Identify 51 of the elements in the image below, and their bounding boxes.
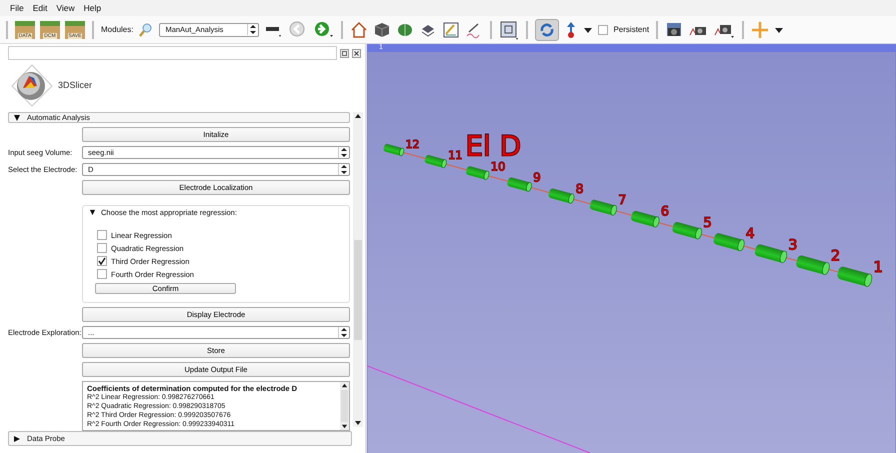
- regression-checkbox[interactable]: [97, 269, 107, 279]
- contact-cylinder: [382, 143, 404, 156]
- contact-label: 2: [830, 248, 840, 265]
- contact-label: 3: [788, 237, 798, 254]
- contact-label: 8: [576, 180, 584, 196]
- logo-text: 3DSlicer: [58, 80, 92, 90]
- frame-icon[interactable]: [499, 20, 520, 40]
- persistent-checkbox[interactable]: [598, 24, 608, 34]
- contact-label: 1: [873, 258, 883, 276]
- regression-checkbox[interactable]: [97, 230, 107, 240]
- contact-label: 7: [618, 193, 626, 208]
- spinner-icon: [338, 147, 349, 158]
- contact-label: 11: [448, 148, 463, 162]
- contact-cylinder: [465, 166, 490, 180]
- contact-cylinder: [506, 176, 532, 192]
- menu-item[interactable]: File: [10, 3, 24, 13]
- scrollbar[interactable]: [340, 382, 349, 430]
- refresh-button[interactable]: [535, 18, 560, 40]
- close-icon[interactable]: [352, 48, 361, 58]
- contact-label: 4: [746, 226, 755, 242]
- refresh-icon: [539, 22, 556, 38]
- scrollbar[interactable]: [353, 112, 363, 427]
- contact-cylinder: [424, 154, 447, 168]
- expand-arrow-icon[interactable]: [13, 114, 21, 122]
- regression-checkbox[interactable]: [97, 256, 107, 266]
- menu-item[interactable]: View: [56, 3, 75, 13]
- home-icon[interactable]: [350, 20, 368, 38]
- spinner-icon: [247, 24, 258, 35]
- chart-edit-icon[interactable]: [442, 20, 460, 38]
- contact-cylinder: [548, 188, 575, 204]
- scroll-up-icon[interactable]: [354, 112, 362, 120]
- contact-label: 6: [660, 204, 670, 220]
- menu-item[interactable]: Help: [84, 3, 102, 13]
- contact-label: 12: [406, 138, 420, 151]
- regression-checkbox[interactable]: [97, 243, 107, 253]
- search-field[interactable]: [8, 46, 337, 60]
- contact-label: 5: [703, 214, 712, 231]
- cube-icon[interactable]: [373, 20, 392, 38]
- spinner-icon: [338, 327, 349, 338]
- search-icon[interactable]: [138, 22, 154, 38]
- modules-label: Modules:: [101, 25, 134, 34]
- float-icon[interactable]: [340, 48, 349, 58]
- camera-icon[interactable]: [665, 20, 684, 38]
- persistent-label: Persistent: [613, 25, 650, 34]
- contact-label: 9: [533, 170, 541, 185]
- expand-arrow-icon[interactable]: [89, 209, 96, 216]
- results-text-area[interactable]: [82, 381, 350, 431]
- forward-arrow-icon[interactable]: [314, 20, 334, 38]
- menu-item[interactable]: Edit: [32, 3, 48, 13]
- spinner-icon: [338, 164, 349, 175]
- expand-arrow-icon[interactable]: [13, 434, 21, 442]
